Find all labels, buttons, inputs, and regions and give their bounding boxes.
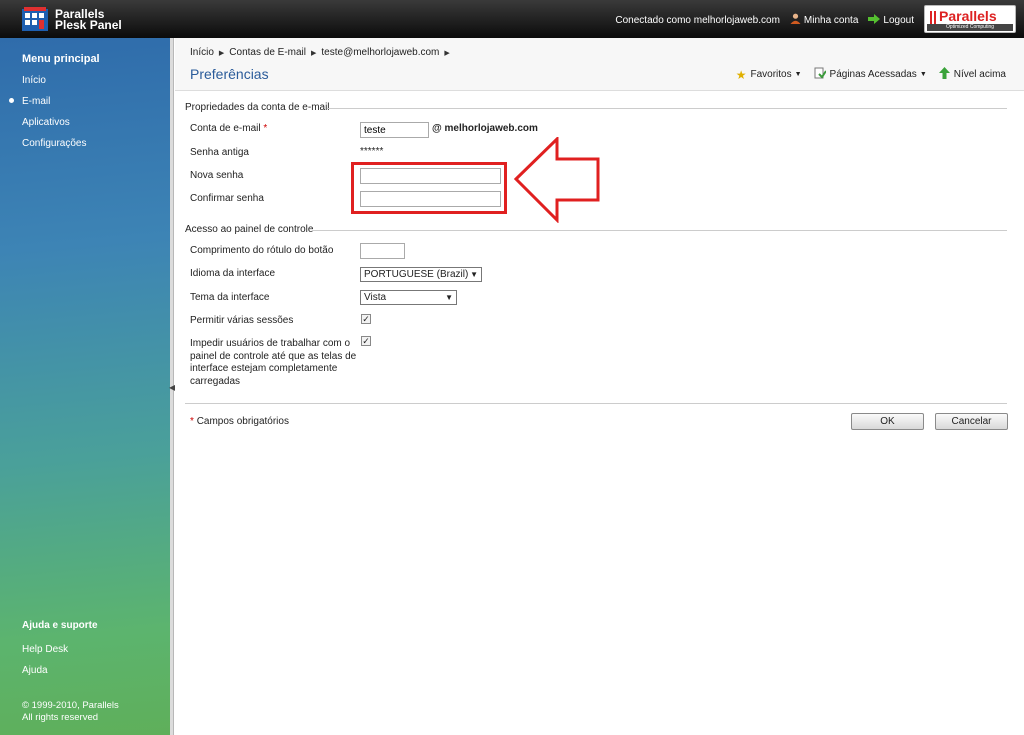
checkmark-icon: ✓: [362, 336, 370, 346]
sidebar: Menu principal Início E-mail Aplicativos…: [0, 38, 170, 735]
copyright-line2: All rights reserved: [22, 712, 99, 723]
breadcrumb-email-accounts[interactable]: Contas de E-mail: [229, 47, 306, 58]
email-account-label-text: Conta de e-mail: [190, 123, 261, 134]
divider: [312, 230, 1007, 231]
sidebar-item-inicio[interactable]: Início: [22, 75, 46, 86]
email-account-input[interactable]: [360, 122, 429, 138]
top-bar: Parallels Plesk Panel Conectado como mel…: [0, 0, 1024, 38]
help-support-title: Ajuda e suporte: [22, 620, 98, 631]
language-label: Idioma da interface: [190, 268, 276, 279]
star-icon: ★: [735, 67, 747, 82]
my-account-link[interactable]: Minha conta: [804, 15, 858, 26]
top-links: Conectado como melhorlojaweb.com Minha c…: [615, 13, 914, 27]
control-section-legend: Acesso ao painel de controle: [185, 224, 314, 235]
breadcrumb: Início ▶ Contas de E-mail ▶ teste@melhor…: [190, 47, 455, 58]
theme-select[interactable]: Vista ▼: [360, 290, 457, 305]
up-arrow-icon: [938, 67, 950, 82]
multiple-sessions-checkbox[interactable]: ✓: [361, 314, 371, 324]
prevent-usage-label-line3: interface estejam completamente: [190, 363, 338, 374]
parallels-bars-icon: [930, 11, 936, 24]
breadcrumb-separator-icon: ▶: [444, 49, 450, 57]
parallels-logo: Parallels Optimized Computing: [924, 5, 1016, 33]
highlight-box: [351, 162, 507, 214]
page-header: Início ▶ Contas de E-mail ▶ teste@melhor…: [175, 38, 1024, 91]
required-fields-note: * Campos obrigatórios: [190, 416, 289, 427]
toolbar: ★ Favoritos ▼ Páginas Acessadas ▼ Nível …: [724, 67, 1006, 82]
language-select[interactable]: PORTUGUESE (Brazil) ▼: [360, 267, 482, 282]
page-title: Preferências: [190, 66, 269, 82]
parallels-logo-tagline: Optimized Computing: [927, 24, 1013, 31]
email-account-label: Conta de e-mail *: [190, 123, 267, 134]
sidebar-item-email[interactable]: E-mail: [22, 96, 50, 107]
old-password-value: ******: [360, 146, 384, 157]
prevent-usage-label-line1: Impedir usuários de trabalhar com o: [190, 338, 351, 349]
favorites-menu[interactable]: ★ Favoritos ▼: [736, 68, 802, 82]
chevron-down-icon: ▼: [919, 71, 927, 78]
parallels-logo-word: Parallels: [939, 8, 997, 24]
multiple-sessions-label: Permitir várias sessões: [190, 315, 294, 326]
button-label-length-label: Comprimento do rótulo do botão: [190, 245, 334, 256]
prevent-usage-label: Impedir usuários de trabalhar com o pain…: [190, 338, 356, 388]
old-password-label: Senha antiga: [190, 147, 249, 158]
chevron-down-icon: ▼: [445, 293, 453, 302]
confirm-password-label: Confirmar senha: [190, 193, 264, 204]
required-marker: *: [263, 123, 268, 134]
pages-icon: [814, 67, 827, 82]
breadcrumb-separator-icon: ▶: [311, 49, 317, 57]
prevent-usage-label-line2: painel de controle até que as telas de: [190, 350, 357, 362]
divider: [185, 403, 1007, 404]
required-fields-text: Campos obrigatórios: [196, 416, 289, 427]
button-label-length-input[interactable]: [360, 243, 405, 259]
required-marker: *: [190, 416, 194, 427]
logout-link[interactable]: Logout: [883, 15, 914, 26]
language-selected-value: PORTUGUESE (Brazil): [364, 269, 469, 280]
main-content: Início ▶ Contas de E-mail ▶ teste@melhor…: [175, 38, 1024, 735]
sidebar-item-configuracoes[interactable]: Configurações: [22, 138, 86, 149]
sidebar-item-aplicativos[interactable]: Aplicativos: [22, 117, 70, 128]
user-icon: [790, 13, 801, 27]
copyright-line1: © 1999-2010, Parallels: [22, 700, 119, 711]
connected-as-text: Conectado como melhorlojaweb.com: [615, 14, 780, 26]
copyright: © 1999-2010, Parallels All rights reserv…: [22, 700, 119, 724]
breadcrumb-separator-icon: ▶: [218, 49, 225, 57]
new-password-label: Nova senha: [190, 170, 244, 181]
visited-pages-label: Páginas Acessadas: [829, 69, 917, 80]
cancel-button[interactable]: Cancelar: [935, 413, 1008, 430]
favorites-label: Favoritos: [750, 69, 792, 80]
sidebar-item-ajuda[interactable]: Ajuda: [22, 665, 48, 676]
chevron-down-icon: ▼: [794, 71, 802, 78]
active-bullet-icon: [9, 98, 14, 103]
product-name: Parallels Plesk Panel: [55, 8, 122, 32]
ok-button[interactable]: OK: [851, 413, 924, 430]
breadcrumb-inicio[interactable]: Início: [190, 47, 214, 58]
breadcrumb-account[interactable]: teste@melhorlojaweb.com: [321, 47, 439, 58]
theme-label: Tema da interface: [190, 292, 270, 303]
chevron-down-icon: ▼: [470, 270, 478, 279]
red-arrow-icon: [513, 137, 600, 223]
product-name-line2: Plesk Panel: [55, 18, 122, 32]
account-section-legend: Propriedades da conta de e-mail: [185, 102, 330, 113]
email-domain: @ melhorlojaweb.com: [432, 123, 538, 134]
theme-selected-value: Vista: [364, 292, 387, 303]
prevent-usage-label-line4: carregadas: [190, 375, 241, 387]
divider: [327, 108, 1007, 109]
main-menu-title: Menu principal: [22, 53, 100, 65]
up-level-label: Nível acima: [953, 69, 1006, 80]
logout-arrow-icon: [868, 13, 881, 27]
visited-pages-menu[interactable]: Páginas Acessadas ▼: [814, 67, 927, 82]
checkmark-icon: ✓: [362, 314, 370, 324]
prevent-usage-checkbox[interactable]: ✓: [361, 336, 371, 346]
plesk-logo-icon: [22, 7, 48, 31]
up-level-button[interactable]: Nível acima: [938, 67, 1006, 82]
sidebar-item-help-desk[interactable]: Help Desk: [22, 644, 68, 655]
